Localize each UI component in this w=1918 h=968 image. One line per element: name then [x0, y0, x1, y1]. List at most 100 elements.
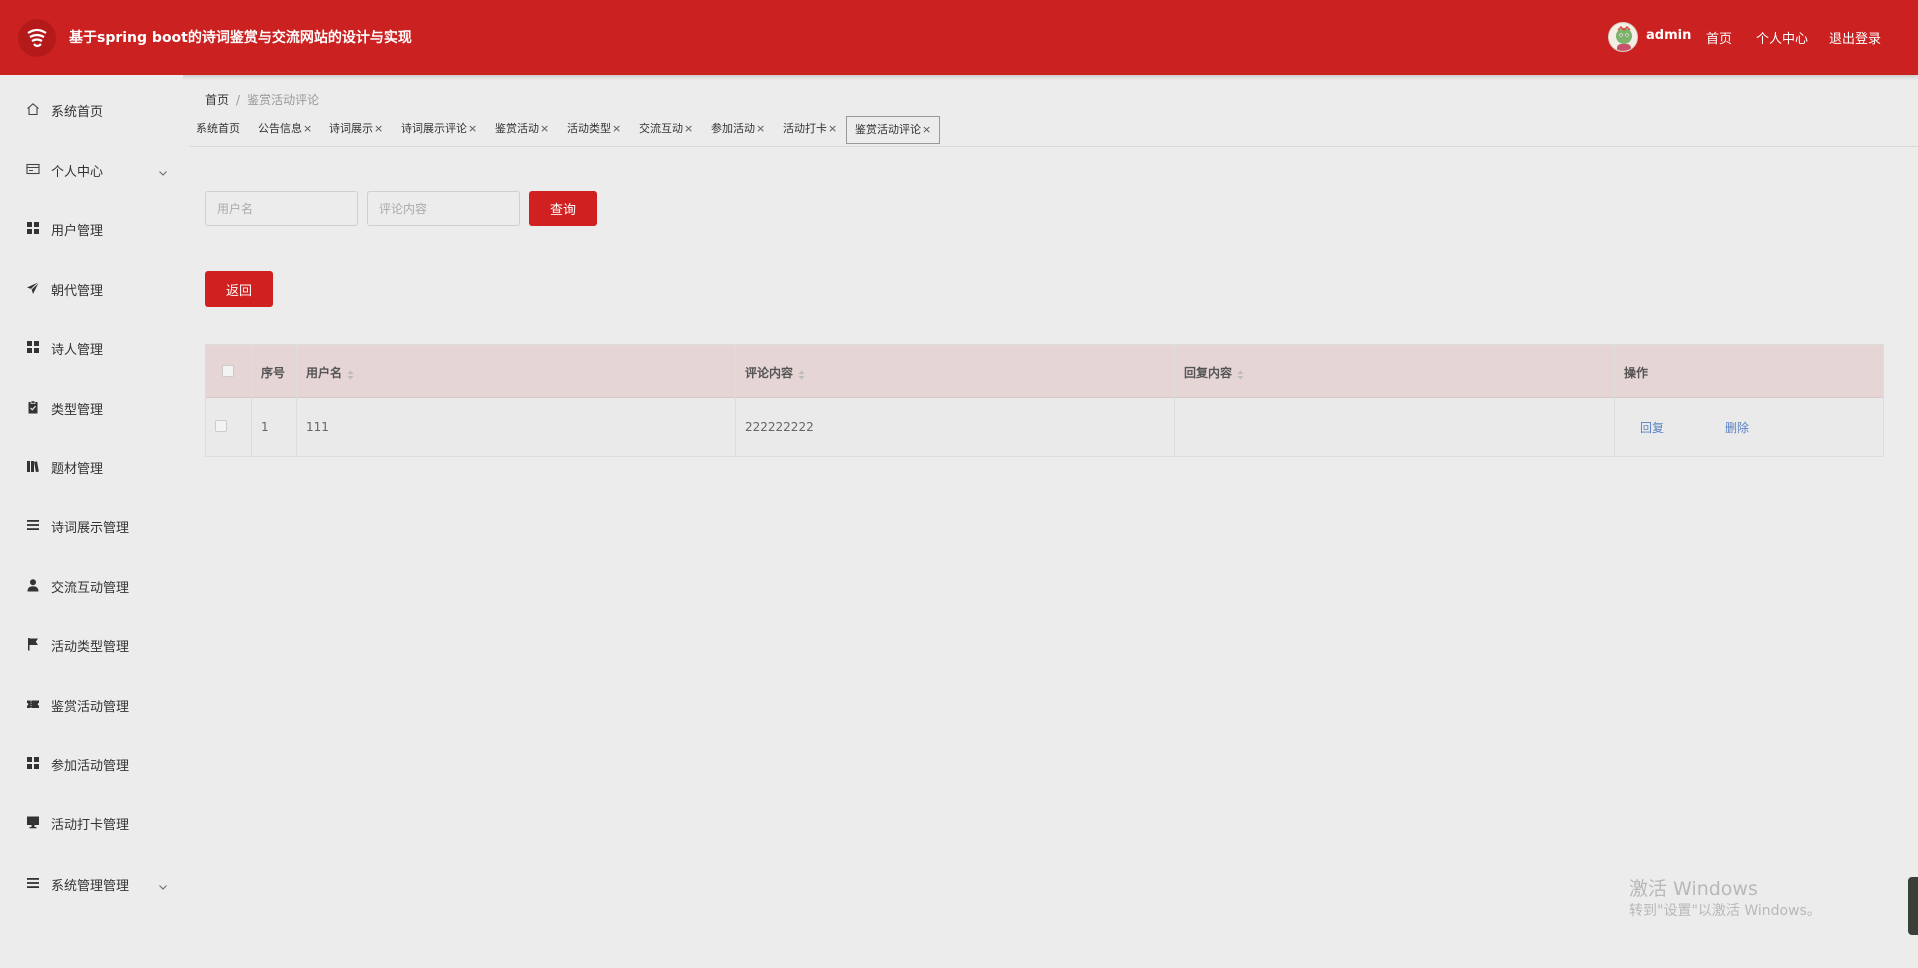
- user-icon: [26, 578, 40, 592]
- cell-comment-content: 222222222: [745, 420, 814, 434]
- sidebar-item-poets[interactable]: 诗人管理: [0, 327, 183, 367]
- tag-poem-display[interactable]: 诗词展示×: [327, 116, 385, 144]
- sidebar-item-checkin[interactable]: 活动打卡管理: [0, 802, 183, 842]
- comments-table: 序号 用户名 评论内容 回复内容 操作 1 111 222222222 回复 删…: [205, 344, 1884, 457]
- top-header: 基于spring boot的诗词鉴赏与交流网站的设计与实现 admin 首页 个…: [0, 0, 1918, 75]
- sidebar-item-label: 系统首页: [51, 105, 104, 120]
- sort-icon[interactable]: [1237, 369, 1244, 379]
- header-actions: 操作: [1624, 366, 1649, 380]
- select-all-checkbox[interactable]: [222, 365, 234, 377]
- sidebar-item-participation[interactable]: 参加活动管理: [0, 743, 183, 783]
- column-divider: [251, 345, 252, 456]
- close-icon[interactable]: ×: [303, 122, 312, 135]
- header-label: 评论内容: [745, 366, 794, 380]
- close-icon[interactable]: ×: [922, 123, 931, 136]
- current-username: admin: [1646, 28, 1692, 43]
- close-icon[interactable]: ×: [612, 122, 621, 135]
- column-divider: [1614, 345, 1615, 456]
- nav-profile-link[interactable]: 个人中心: [1756, 28, 1808, 47]
- row-checkbox[interactable]: [215, 420, 227, 432]
- tag-label: 系统首页: [196, 122, 240, 135]
- tag-participation[interactable]: 参加活动×: [709, 116, 767, 144]
- grid-icon: [26, 756, 40, 770]
- grid-icon: [26, 340, 40, 354]
- sidebar-item-label: 交流互动管理: [51, 581, 130, 596]
- sort-icon[interactable]: [347, 369, 354, 379]
- sidebar-item-interaction[interactable]: 交流互动管理: [0, 565, 183, 605]
- sidebar-item-label: 类型管理: [51, 403, 104, 418]
- header-label: 回复内容: [1184, 366, 1233, 380]
- ticket-icon: [26, 697, 40, 711]
- sidebar-item-appreciation[interactable]: 鉴赏活动管理: [0, 684, 183, 724]
- home-icon: [26, 102, 40, 116]
- tag-interaction[interactable]: 交流互动×: [637, 116, 695, 144]
- cell-username: 111: [306, 420, 329, 434]
- delete-link[interactable]: 删除: [1725, 419, 1749, 436]
- breadcrumb-home[interactable]: 首页: [205, 93, 229, 107]
- username-search-input[interactable]: [205, 191, 358, 226]
- edge-panel-handle[interactable]: [1908, 877, 1918, 935]
- close-icon[interactable]: ×: [828, 122, 837, 135]
- column-divider: [735, 345, 736, 456]
- id-card-icon: [26, 162, 40, 176]
- breadcrumb-separator: /: [236, 93, 241, 107]
- reply-link[interactable]: 回复: [1640, 419, 1664, 436]
- tag-label: 诗词展示评论: [401, 122, 467, 135]
- sidebar-item-label: 诗人管理: [51, 343, 104, 358]
- column-divider: [296, 345, 297, 456]
- tag-system-home[interactable]: 系统首页: [194, 116, 242, 144]
- back-button[interactable]: 返回: [205, 271, 273, 307]
- site-logo-icon[interactable]: [18, 19, 56, 57]
- nav-logout-link[interactable]: 退出登录: [1829, 28, 1881, 47]
- tag-appreciation-activities[interactable]: 鉴赏活动×: [493, 116, 551, 144]
- tag-announcements[interactable]: 公告信息×: [256, 116, 314, 144]
- sidebar-item-themes[interactable]: 题材管理: [0, 446, 183, 486]
- sidebar-item-dynasty[interactable]: 朝代管理: [0, 268, 183, 308]
- list-icon: [26, 876, 40, 890]
- windows-activation-title: 激活 Windows: [1629, 878, 1758, 900]
- column-divider: [1174, 345, 1175, 456]
- flag-icon: [26, 637, 40, 651]
- comment-content-search-input[interactable]: [367, 191, 520, 226]
- nav-home-link[interactable]: 首页: [1706, 28, 1732, 47]
- tag-label: 鉴赏活动: [495, 122, 539, 135]
- tags-bar: 系统首页 公告信息× 诗词展示× 诗词展示评论× 鉴赏活动× 活动类型× 交流互…: [190, 113, 1918, 147]
- sidebar-item-users[interactable]: 用户管理: [0, 208, 183, 248]
- header-reply-content[interactable]: 回复内容: [1184, 364, 1244, 381]
- sidebar-item-home[interactable]: 系统首页: [0, 89, 183, 129]
- sidebar-item-label: 参加活动管理: [51, 759, 130, 774]
- sidebar-item-profile[interactable]: 个人中心: [0, 149, 183, 189]
- sort-icon[interactable]: [798, 369, 805, 379]
- header-comment-content[interactable]: 评论内容: [745, 364, 805, 381]
- close-icon[interactable]: ×: [468, 122, 477, 135]
- close-icon[interactable]: ×: [540, 122, 549, 135]
- sidebar-item-label: 鉴赏活动管理: [51, 700, 130, 715]
- sidebar-item-label: 诗词展示管理: [51, 521, 130, 536]
- tag-poem-display-comments[interactable]: 诗词展示评论×: [399, 116, 479, 144]
- cell-index: 1: [261, 420, 269, 434]
- close-icon[interactable]: ×: [684, 122, 693, 135]
- close-icon[interactable]: ×: [374, 122, 383, 135]
- breadcrumb-current: 鉴赏活动评论: [247, 93, 320, 107]
- tag-label: 诗词展示: [329, 122, 373, 135]
- sidebar-item-poem-display[interactable]: 诗词展示管理: [0, 505, 183, 545]
- sidebar-item-types[interactable]: 类型管理: [0, 387, 183, 427]
- query-button[interactable]: 查询: [529, 191, 597, 226]
- user-avatar[interactable]: [1608, 22, 1638, 52]
- tag-activity-types[interactable]: 活动类型×: [565, 116, 623, 144]
- tag-checkin[interactable]: 活动打卡×: [781, 116, 839, 144]
- sidebar-item-label: 活动类型管理: [51, 640, 130, 655]
- header-username[interactable]: 用户名: [306, 364, 354, 381]
- clipboard-icon: [26, 400, 40, 414]
- tag-label: 鉴赏活动评论: [855, 123, 921, 136]
- sidebar-item-label: 活动打卡管理: [51, 818, 130, 833]
- sidebar-item-activity-types[interactable]: 活动类型管理: [0, 624, 183, 664]
- breadcrumb: 首页 / 鉴赏活动评论: [205, 91, 319, 108]
- sidebar-item-label: 朝代管理: [51, 284, 104, 299]
- sidebar-item-label: 个人中心: [51, 165, 104, 180]
- close-icon[interactable]: ×: [756, 122, 765, 135]
- paper-plane-icon: [26, 281, 40, 295]
- tag-appreciation-comments[interactable]: 鉴赏活动评论×: [846, 116, 941, 144]
- sidebar-item-system[interactable]: 系统管理管理: [0, 863, 183, 903]
- tag-label: 交流互动: [639, 122, 683, 135]
